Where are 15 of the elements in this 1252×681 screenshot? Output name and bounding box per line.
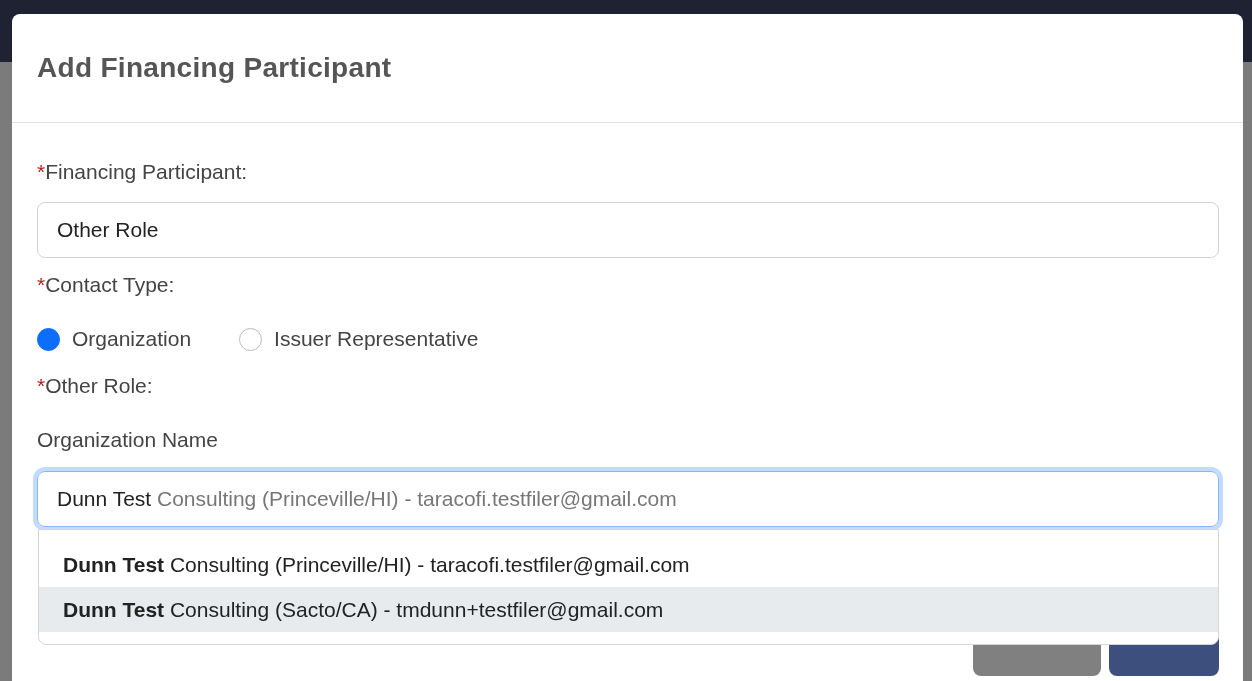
radio-button[interactable] bbox=[37, 327, 60, 351]
field-label: Financing Participant: bbox=[45, 160, 248, 183]
suggestion-item[interactable]: Dunn Test Consulting (Sacto/CA) - tmdunn+testfiler@gmail.com bbox=[39, 587, 1218, 632]
field-label: Organization Name bbox=[37, 428, 218, 451]
radio-button[interactable] bbox=[239, 327, 263, 351]
suggestion-item[interactable]: Dunn Test Consulting (Princeville/HI) - taracofi.testfiler@gmail.com bbox=[39, 542, 1218, 587]
field-label: Other Role: bbox=[45, 374, 153, 397]
required-mark: * bbox=[37, 160, 46, 183]
input-field[interactable]: Other Role bbox=[37, 202, 1219, 258]
required-mark: * bbox=[37, 273, 46, 296]
required-mark: * bbox=[37, 374, 46, 397]
radio-label[interactable]: Issuer Representative bbox=[274, 327, 479, 351]
dialog-title: Add Financing Participant bbox=[37, 52, 392, 84]
field-label: Contact Type: bbox=[45, 273, 175, 296]
radio-label[interactable]: Organization bbox=[72, 327, 192, 351]
